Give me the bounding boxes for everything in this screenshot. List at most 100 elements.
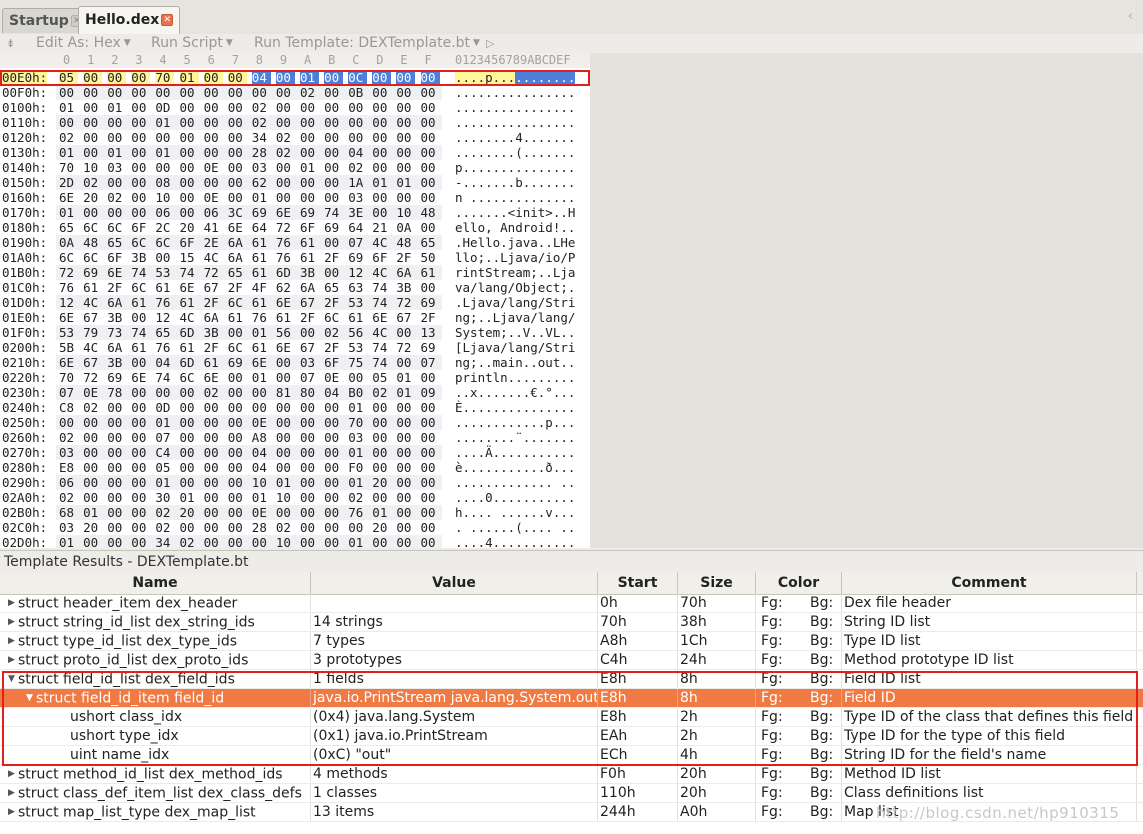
hex-byte[interactable]: 76 [276,235,295,250]
hex-byte[interactable]: E8 [59,460,78,475]
hex-byte[interactable]: 00 [228,490,247,505]
hex-byte[interactable]: 00 [324,70,344,85]
hex-editor[interactable]: 0 1 2 3 4 5 6 7 8 9 A B C D E F 0123456789ABCDEF 00E0h: 0… [0,53,590,548]
hex-byte[interactable]: 00 [324,85,343,100]
hex-byte[interactable]: 03 [348,430,367,445]
hex-byte[interactable]: 00 [421,460,440,475]
hex-byte[interactable]: 0D [155,100,174,115]
hex-byte[interactable]: 01 [107,145,126,160]
ascii-text[interactable]: println......... [455,370,575,385]
hex-byte[interactable]: 6E [131,370,150,385]
hex-byte[interactable]: 00 [372,85,391,100]
hex-byte[interactable]: 2F [396,250,415,265]
hex-byte[interactable]: 00 [421,280,440,295]
hex-byte[interactable]: 00 [204,415,223,430]
hex-byte[interactable]: 02 [59,430,78,445]
hex-byte[interactable]: 00 [276,190,295,205]
hex-byte[interactable]: 00 [180,385,199,400]
hex-byte[interactable]: 48 [421,205,440,220]
hex-byte[interactable]: 6E [252,355,271,370]
hex-byte[interactable]: 00 [300,130,319,145]
hex-byte[interactable]: 21 [372,220,391,235]
hex-byte[interactable]: 4C [204,250,223,265]
hex-byte[interactable]: 67 [83,355,102,370]
hex-byte[interactable]: 00 [252,85,271,100]
hex-byte[interactable]: 03 [300,355,319,370]
hex-byte[interactable]: 0E [204,160,223,175]
hex-byte[interactable]: 3B [204,325,223,340]
hex-byte[interactable]: 00 [324,520,343,535]
hex-bytes[interactable]: 12 4C 6A 61 76 61 2F 6C 61 6E 67 2F 53 74 72 69 [56,295,442,310]
hex-byte[interactable]: 00 [324,460,343,475]
hex-byte[interactable]: 00 [300,175,319,190]
hex-byte[interactable]: 00 [324,235,343,250]
hex-byte[interactable]: 00 [276,460,295,475]
tab-startup[interactable]: Startup ✕ [2,8,90,33]
hex-byte[interactable]: 69 [107,370,126,385]
hex-byte[interactable]: 74 [155,370,174,385]
hex-byte[interactable]: 75 [348,355,367,370]
hex-byte[interactable]: 00 [396,115,415,130]
hex-byte[interactable]: 61 [300,235,319,250]
hex-byte[interactable]: 00 [228,535,247,548]
hex-byte[interactable]: 00 [228,445,247,460]
hex-byte[interactable]: 72 [204,265,223,280]
hex-byte[interactable]: 2E [204,235,223,250]
hex-byte[interactable]: 03 [59,445,78,460]
hex-byte[interactable]: 05 [155,460,174,475]
table-row[interactable]: ▶ struct type_id_list dex_type_ids 7 types… [0,632,1143,651]
hex-byte[interactable]: 61 [276,310,295,325]
hex-byte[interactable]: 00 [276,85,295,100]
hex-byte[interactable]: 2D [59,175,78,190]
hex-byte[interactable]: 00 [421,115,440,130]
ascii-text[interactable]: ello, Android!.. [455,220,575,235]
hex-bytes[interactable]: 06 00 00 00 01 00 00 00 10 01 00 00 01 20 00 00 [56,475,442,490]
hex-byte[interactable]: 00 [396,355,415,370]
hex-byte[interactable]: 61 [155,280,174,295]
hex-byte[interactable]: 00 [372,130,391,145]
hex-byte[interactable]: 76 [276,250,295,265]
hex-byte[interactable]: 0E [204,190,223,205]
hex-byte[interactable]: 10 [83,160,102,175]
ascii-text[interactable]: p............... [455,160,575,175]
hex-byte[interactable]: 00 [228,190,247,205]
hex-byte[interactable]: 70 [348,415,367,430]
hex-byte[interactable]: 00 [324,190,343,205]
column-header-color[interactable]: Color [756,572,842,594]
hex-byte[interactable]: 02 [372,385,391,400]
hex-byte[interactable]: 81 [276,385,295,400]
hex-byte[interactable]: 00 [276,160,295,175]
hex-bytes[interactable]: 0A 48 65 6C 6C 6F 2E 6A 61 76 61 00 07 4C 48 65 [56,235,442,250]
hex-byte[interactable]: 00 [421,505,440,520]
hex-row[interactable]: 02C0h: 03 20 00 00 02 00 00 00 28 02 00 00 00 20 00 00 . … [0,520,590,535]
hex-byte[interactable]: 10 [396,205,415,220]
hex-byte[interactable]: 07 [300,370,319,385]
hex-byte[interactable]: 62 [252,175,271,190]
hex-byte[interactable]: 00 [83,460,102,475]
hex-row[interactable]: 0270h: 03 00 00 00 C4 00 00 00 04 00 00 00 01 00 00 00..… [0,445,590,460]
hex-byte[interactable]: 04 [252,460,271,475]
hex-byte[interactable]: 00 [180,430,199,445]
ascii-text[interactable]: n .............. [455,190,575,205]
hex-byte[interactable]: 62 [276,280,295,295]
ascii-text[interactable]: ........(....... [455,145,575,160]
hex-byte[interactable]: 0D [155,400,174,415]
hex-byte[interactable]: 00 [180,460,199,475]
hex-byte[interactable]: 00 [180,130,199,145]
hex-byte[interactable]: 3B [107,355,126,370]
hex-byte[interactable]: 07 [348,235,367,250]
hex-byte[interactable]: 6F [131,220,150,235]
hex-byte[interactable]: 2F [324,295,343,310]
hex-byte[interactable]: 00 [107,445,126,460]
hex-byte[interactable]: 61 [180,295,199,310]
hex-byte[interactable]: 00 [83,100,102,115]
hex-byte[interactable]: 00 [155,250,174,265]
hex-byte[interactable]: 01 [372,175,391,190]
hex-byte[interactable]: 3B [107,310,126,325]
hex-byte[interactable]: 00 [276,370,295,385]
column-header-size[interactable]: Size [678,572,756,594]
hex-byte[interactable]: 02 [204,385,223,400]
hex-byte[interactable]: 04 [348,145,367,160]
hex-byte[interactable]: 02 [59,130,78,145]
hex-byte[interactable]: 00 [324,430,343,445]
